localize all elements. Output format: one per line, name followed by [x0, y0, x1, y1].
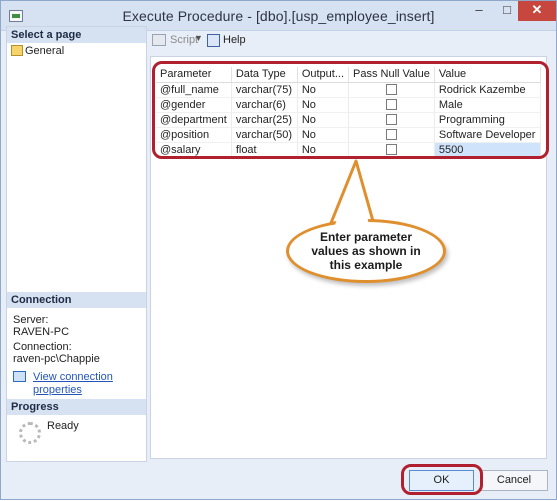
table-row: @salary float No 5500	[156, 141, 541, 158]
script-icon	[152, 34, 166, 46]
data-type-cell: varchar(25)	[231, 112, 298, 128]
pass-null-cell	[348, 127, 435, 143]
callout-text: Enter parameter values as shown in this …	[311, 230, 421, 272]
data-type-cell: varchar(75)	[231, 82, 298, 98]
toolbar: Script ▼ Help	[147, 31, 556, 53]
minimize-button[interactable]: –	[465, 1, 493, 21]
parameters-grid: Parameter Data Type Output... Pass Null …	[156, 67, 541, 158]
page-item-label: General	[25, 45, 65, 57]
connection-value: raven-pc\Chappie	[13, 353, 100, 365]
pass-null-checkbox[interactable]	[385, 114, 397, 126]
grid-header-row: Parameter Data Type Output... Pass Null …	[156, 67, 541, 83]
pass-null-cell	[348, 112, 435, 128]
output-cell: No	[297, 82, 350, 98]
output-cell: No	[297, 127, 350, 143]
value-cell[interactable]: Programming	[434, 112, 541, 128]
left-pane: Select a page General Connection Server:…	[6, 26, 147, 462]
progress-spinner-icon	[19, 422, 41, 444]
server-value: RAVEN-PC	[13, 326, 70, 338]
maximize-button[interactable]: □	[493, 1, 521, 21]
parameter-cell: @gender	[156, 97, 232, 113]
pass-null-cell	[348, 142, 435, 158]
close-button[interactable]: ✕	[518, 1, 556, 21]
page-icon	[11, 45, 23, 56]
pass-null-cell	[348, 97, 435, 113]
table-row: @department varchar(25) No Programming	[156, 112, 541, 128]
column-header-pass-null[interactable]: Pass Null Value	[348, 67, 435, 83]
table-row: @position varchar(50) No Software Develo…	[156, 127, 541, 143]
value-cell[interactable]: Software Developer	[434, 127, 541, 143]
data-type-cell: varchar(50)	[231, 127, 298, 143]
progress-header: Progress	[7, 399, 146, 415]
pass-null-checkbox[interactable]	[385, 99, 397, 111]
value-cell[interactable]: Male	[434, 97, 541, 113]
parameter-cell: @salary	[156, 142, 232, 158]
data-type-cell: varchar(6)	[231, 97, 298, 113]
parameter-cell: @position	[156, 127, 232, 143]
execute-procedure-dialog: Execute Procedure - [dbo].[usp_employee_…	[0, 0, 557, 500]
progress-status: Ready	[47, 420, 79, 432]
output-cell: No	[297, 97, 350, 113]
output-cell: No	[297, 142, 350, 158]
pass-null-checkbox[interactable]	[385, 129, 397, 141]
connection-properties-icon	[13, 371, 26, 382]
column-header-value[interactable]: Value	[434, 67, 541, 83]
column-header-output[interactable]: Output...	[297, 67, 350, 83]
table-row: @full_name varchar(75) No Rodrick Kazemb…	[156, 82, 541, 98]
help-icon	[207, 34, 220, 47]
page-item-general[interactable]: General	[9, 44, 64, 58]
help-label: Help	[223, 34, 246, 46]
pass-null-checkbox[interactable]	[385, 144, 397, 156]
view-connection-properties-link[interactable]: View connection properties	[33, 371, 146, 397]
script-button[interactable]: Script	[152, 34, 198, 46]
pass-null-cell	[348, 82, 435, 98]
parameter-cell: @full_name	[156, 82, 232, 98]
pass-null-checkbox[interactable]	[385, 84, 397, 96]
data-type-cell: float	[231, 142, 298, 158]
column-header-data-type[interactable]: Data Type	[231, 67, 298, 83]
output-cell: No	[297, 112, 350, 128]
help-button[interactable]: Help	[207, 34, 246, 47]
table-row: @gender varchar(6) No Male	[156, 97, 541, 113]
column-header-parameter[interactable]: Parameter	[156, 67, 232, 83]
select-page-header: Select a page	[7, 27, 146, 43]
value-cell[interactable]: Rodrick Kazembe	[434, 82, 541, 98]
connection-header: Connection	[7, 292, 146, 308]
cancel-button[interactable]: Cancel	[480, 470, 548, 491]
parameter-cell: @department	[156, 112, 232, 128]
value-cell-selected[interactable]: 5500	[433, 141, 541, 158]
script-dropdown-arrow-icon[interactable]: ▼	[194, 33, 203, 43]
ok-button[interactable]: OK	[409, 470, 474, 491]
